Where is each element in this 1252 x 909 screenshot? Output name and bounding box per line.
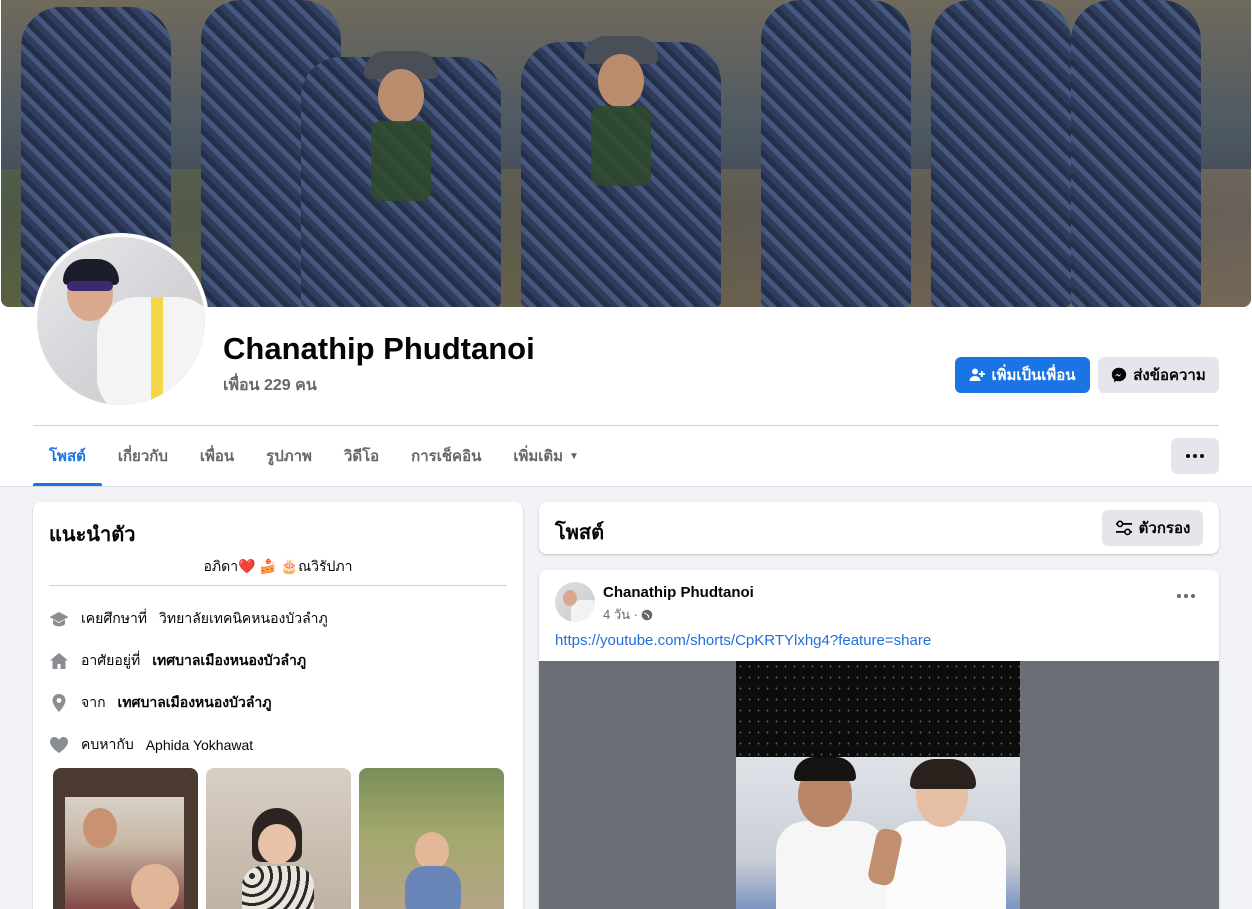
tab-about[interactable]: เกี่ยวกับ (102, 427, 184, 485)
more-dot (1184, 594, 1188, 598)
featured-photo[interactable] (359, 768, 504, 909)
tab-friends[interactable]: เพื่อน (184, 427, 250, 485)
cover-figure (1071, 0, 1201, 307)
bio-text: อภิดา❤️ 🍰 🎂ณวิรัปภา (203, 558, 353, 574)
cover-scarf (591, 106, 651, 186)
education-prefix: เคยศึกษาที่ (81, 610, 148, 626)
avatar-shirt (97, 297, 205, 405)
add-friend-label: เพิ่มเป็นเพื่อน (991, 367, 1076, 384)
intro-card: แนะนำตัว อภิดา❤️ 🍰 🎂ณวิรัปภา เคยศึกษาที่… (33, 502, 523, 909)
post-time[interactable]: 4 วัน · (603, 604, 638, 625)
more-dot (1200, 454, 1204, 458)
lives-place[interactable]: เทศบาลเมืองหนองบัวลำภู (152, 650, 306, 672)
more-dot (1177, 594, 1181, 598)
info-education: เคยศึกษาที่ วิทยาลัยเทคนิคหนองบัวลำภู (49, 608, 328, 630)
tab-more[interactable]: เพิ่มเติม ▼ (497, 427, 595, 485)
sliders-icon (1115, 520, 1132, 536)
posts-title: โพสต์ (555, 522, 605, 544)
cover-photo[interactable] (1, 0, 1251, 307)
profile-avatar[interactable] (33, 233, 209, 409)
post-card: Chanathip Phudtanoi 4 วัน · https://yout… (539, 570, 1219, 909)
cover-figure (521, 36, 721, 307)
profile-name: Chanathip Phudtanoi (223, 331, 535, 366)
cover-figure (931, 0, 1071, 307)
caret-down-icon: ▼ (569, 450, 579, 462)
house-icon (49, 651, 69, 671)
person-plus-icon (969, 368, 986, 381)
info-from: จาก เทศบาลเมืองหนองบัวลำภู (49, 692, 272, 714)
tab-photos[interactable]: รูปภาพ (250, 427, 328, 485)
graduation-cap-icon (49, 609, 69, 629)
education-school[interactable]: วิทยาลัยเทคนิคหนองบัวลำภู (159, 608, 328, 630)
tab-more-label: เพิ่มเติม (513, 448, 564, 465)
cover-scarf (371, 121, 431, 201)
friend-count[interactable]: เพื่อน 229 คน (223, 373, 317, 398)
bio-divider (49, 585, 507, 586)
cover-face (378, 69, 424, 123)
featured-photo[interactable] (206, 768, 351, 909)
info-relationship: คบหากับ Aphida Yokhawat (49, 734, 253, 756)
more-dot (1186, 454, 1190, 458)
header-divider (33, 425, 1219, 426)
info-lives-in: อาศัยอยู่ที่ เทศบาลเมืองหนองบัวลำภู (49, 650, 306, 672)
post-author-name[interactable]: Chanathip Phudtanoi (603, 584, 754, 601)
tab-posts[interactable]: โพสต์ (33, 427, 102, 486)
cover-face (598, 54, 644, 108)
video-frame (736, 661, 1020, 909)
post-author-avatar[interactable] (555, 582, 595, 622)
tab-videos[interactable]: วิดีโอ (328, 427, 395, 485)
cover-figure (761, 0, 911, 307)
tab-checkins[interactable]: การเช็คอิน (395, 427, 497, 485)
more-dot (1191, 594, 1195, 598)
add-friend-button[interactable]: เพิ่มเป็นเพื่อน (955, 357, 1090, 393)
filter-button[interactable]: ตัวกรอง (1102, 510, 1203, 546)
message-button[interactable]: ส่งข้อความ (1098, 357, 1219, 393)
cover-figure (301, 51, 501, 307)
profile-tabs: โพสต์ เกี่ยวกับ เพื่อน รูปภาพ วิดีโอ การ… (33, 427, 595, 486)
globe-icon (641, 609, 653, 620)
post-meta: 4 วัน · (603, 604, 653, 625)
more-dot (1193, 454, 1197, 458)
heart-icon (49, 735, 69, 755)
relationship-prefix: คบหากับ (81, 736, 134, 752)
posts-header-card: โพสต์ ตัวกรอง (539, 502, 1219, 554)
relationship-partner[interactable]: Aphida Yokhawat (146, 737, 253, 753)
filter-label: ตัวกรอง (1138, 520, 1191, 537)
featured-photos (53, 768, 504, 909)
intro-title: แนะนำตัว (49, 524, 136, 546)
from-prefix: จาก (81, 694, 106, 710)
profile-more-button[interactable] (1171, 438, 1219, 474)
featured-photo[interactable] (53, 768, 198, 909)
map-pin-icon (49, 693, 69, 713)
post-options-button[interactable] (1169, 586, 1203, 606)
messenger-icon (1112, 367, 1127, 383)
from-place[interactable]: เทศบาลเมืองหนองบัวลำภู (118, 692, 272, 714)
lives-prefix: อาศัยอยู่ที่ (81, 652, 141, 668)
post-video-preview[interactable] (539, 661, 1219, 909)
avatar-glasses (67, 281, 113, 291)
message-label: ส่งข้อความ (1133, 367, 1206, 384)
post-link[interactable]: https://youtube.com/shorts/CpKRTYlxhg4?f… (555, 632, 931, 649)
profile-header: Chanathip Phudtanoi เพื่อน 229 คน เพิ่มเ… (0, 0, 1252, 487)
